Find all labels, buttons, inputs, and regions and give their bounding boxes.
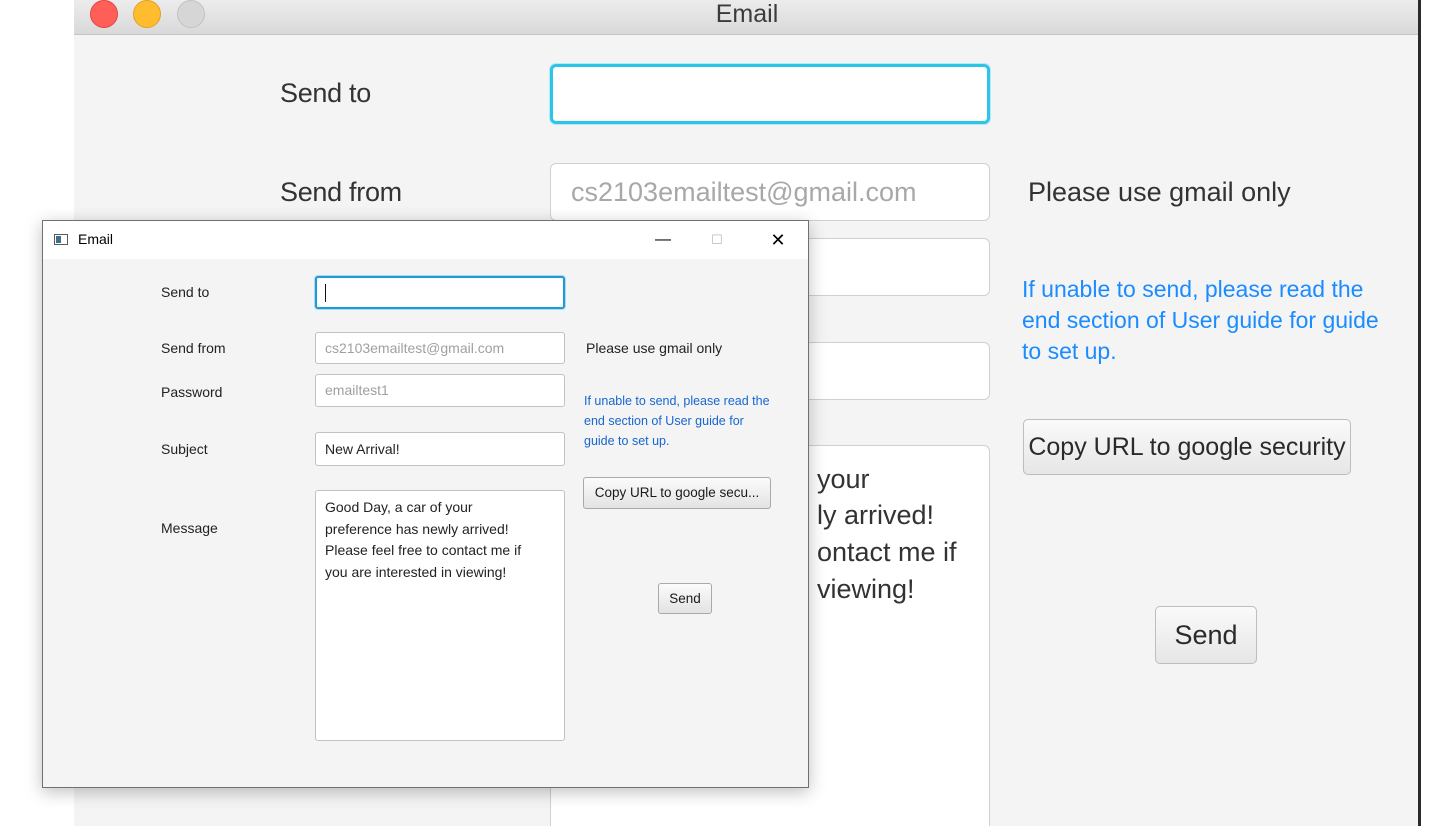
message-text-fragment: viewing! <box>817 574 915 604</box>
message-line: preference has newly arrived! <box>325 520 509 537</box>
message-text-fragment: your <box>817 464 870 494</box>
message-label: Message <box>161 520 218 536</box>
copy-url-button[interactable]: Copy URL to google security <box>1023 419 1351 475</box>
win-email-window: Email — ☐ ✕ Send to Send from cs2103emai… <box>42 220 809 788</box>
send-from-label: Send from <box>161 340 226 356</box>
gmail-only-note: Please use gmail only <box>1028 177 1291 207</box>
help-text-line: If unable to send, please read the <box>1022 276 1364 302</box>
window-edge <box>1418 0 1421 826</box>
message-line: Please feel free to contact me if <box>325 542 522 558</box>
app-window-icon <box>54 234 68 245</box>
gmail-only-note: Please use gmail only <box>586 340 723 356</box>
message-line: you are interested in viewing! <box>325 563 507 580</box>
send-button[interactable]: Send <box>658 583 712 614</box>
minimize-icon[interactable]: — <box>640 221 686 259</box>
maximize-icon[interactable]: ☐ <box>694 221 740 259</box>
send-to-input[interactable] <box>550 64 990 124</box>
send-to-label: Send to <box>161 284 210 300</box>
message-text-fragment: ontact me if <box>817 537 957 567</box>
send-to-label: Send to <box>280 78 371 108</box>
send-to-input[interactable] <box>315 276 565 309</box>
help-text-line: If unable to send, please read the <box>584 394 770 408</box>
subject-label: Subject <box>161 441 208 457</box>
help-text-line: guide to set up. <box>584 434 670 448</box>
send-button[interactable]: Send <box>1155 606 1257 664</box>
password-label: Password <box>161 384 223 400</box>
text-cursor <box>325 284 326 302</box>
message-textarea[interactable]: Good Day, a car of your preference has n… <box>315 490 565 741</box>
window-title: Email <box>78 231 114 247</box>
mac-titlebar: Email <box>74 0 1420 35</box>
message-line: Good Day, a car of your <box>325 499 473 515</box>
send-from-input[interactable]: cs2103emailtest@gmail.com <box>315 332 565 364</box>
help-text: If unable to send, please read the end s… <box>584 391 770 451</box>
copy-url-button[interactable]: Copy URL to google secu... <box>583 477 771 509</box>
help-text: If unable to send, please read the end s… <box>1022 274 1379 367</box>
send-from-label: Send from <box>280 177 402 207</box>
help-text-line: end section of User guide for <box>584 414 744 428</box>
win-titlebar: Email — ☐ ✕ <box>43 221 808 259</box>
close-icon[interactable]: ✕ <box>755 221 801 259</box>
help-text-line: to set up. <box>1022 338 1117 364</box>
window-title: Email <box>715 0 779 28</box>
send-from-input[interactable]: cs2103emailtest@gmail.com <box>550 163 990 221</box>
help-text-line: end section of User guide for guide <box>1022 307 1379 333</box>
password-input[interactable]: emailtest1 <box>315 374 565 407</box>
message-text-fragment: ly arrived! <box>817 500 935 530</box>
subject-input[interactable]: New Arrival! <box>315 432 565 466</box>
